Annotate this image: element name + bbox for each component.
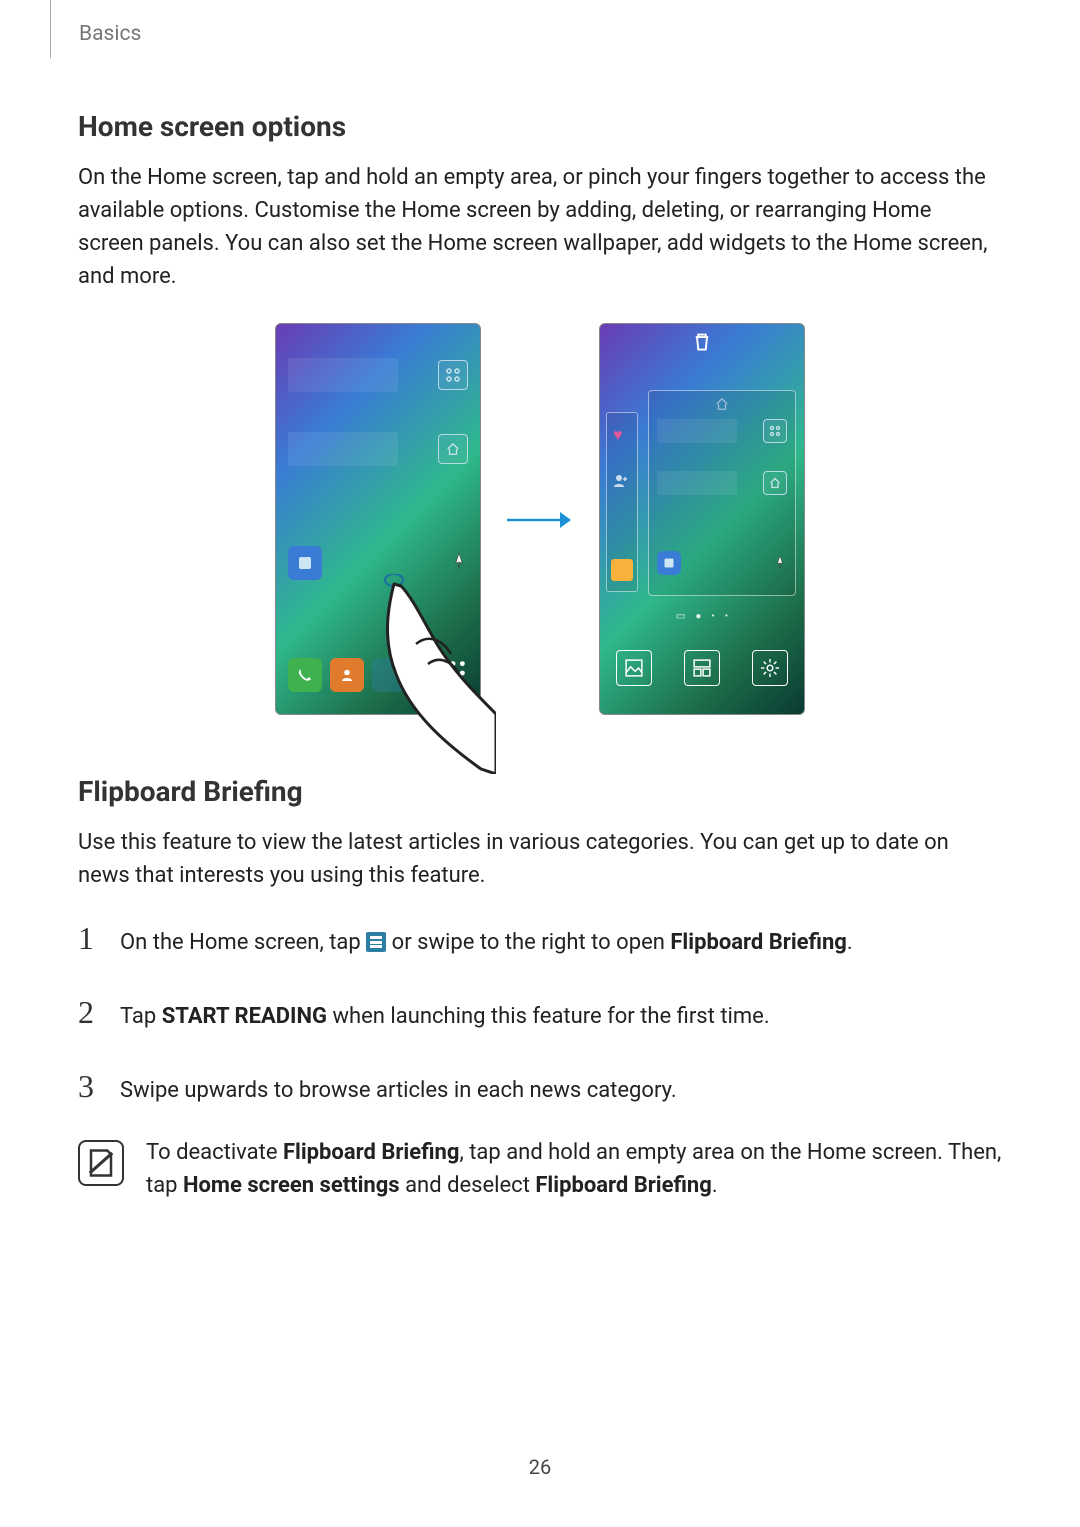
app-icon bbox=[288, 546, 322, 580]
step-2: 2 Tap START READING when launching this … bbox=[78, 988, 1002, 1036]
text: and deselect bbox=[400, 1173, 536, 1198]
paragraph: On the Home screen, tap and hold an empt… bbox=[78, 161, 1002, 293]
figure: ♥ bbox=[78, 323, 1002, 715]
contacts-app-icon bbox=[330, 658, 364, 692]
home-indicator-icon bbox=[649, 397, 795, 411]
side-panel-preview: ♥ bbox=[606, 412, 638, 592]
step-1: 1 On the Home screen, tap or swipe to th… bbox=[78, 914, 1002, 962]
page-number: 26 bbox=[0, 1455, 1080, 1479]
apps-drawer-icon bbox=[438, 658, 468, 692]
widget-placeholder bbox=[657, 471, 737, 495]
heading-flipboard-briefing: Flipboard Briefing bbox=[78, 775, 1002, 808]
note-icon bbox=[78, 1140, 124, 1186]
text-bold: Home screen settings bbox=[183, 1173, 400, 1198]
step-number: 3 bbox=[78, 1062, 102, 1110]
settings-action-icon bbox=[752, 650, 788, 686]
text: . bbox=[712, 1173, 718, 1198]
text: To deactivate bbox=[146, 1140, 283, 1165]
cursor-icon bbox=[773, 554, 787, 573]
note: To deactivate Flipboard Briefing, tap an… bbox=[78, 1136, 1002, 1202]
text-bold: Flipboard Briefing bbox=[283, 1140, 459, 1165]
person-add-icon bbox=[613, 473, 629, 493]
text-bold: Flipboard Briefing bbox=[670, 930, 846, 955]
app-icon bbox=[611, 559, 633, 581]
widgets-action-icon bbox=[684, 650, 720, 686]
text: On the Home screen, tap bbox=[120, 930, 366, 955]
text: when launching this feature for the firs… bbox=[327, 1004, 770, 1029]
text: . bbox=[847, 930, 853, 955]
text: Tap bbox=[120, 1004, 162, 1029]
app-icon bbox=[372, 658, 406, 692]
home-panel-preview bbox=[648, 390, 796, 596]
step-text: On the Home screen, tap or swipe to the … bbox=[120, 926, 853, 959]
page-indicator: ▭●•• bbox=[600, 611, 804, 622]
heart-icon: ♥ bbox=[613, 425, 623, 445]
breadcrumb-text: Basics bbox=[79, 22, 141, 46]
step-number: 2 bbox=[78, 988, 102, 1036]
phone-app-icon bbox=[288, 658, 322, 692]
paragraph: Use this feature to view the latest arti… bbox=[78, 826, 1002, 892]
briefing-inline-icon bbox=[366, 932, 386, 952]
text-bold: START READING bbox=[162, 1004, 327, 1029]
step-3: 3 Swipe upwards to browse articles in ea… bbox=[78, 1062, 1002, 1110]
arrow-right-icon bbox=[505, 508, 575, 532]
app-icon bbox=[657, 551, 681, 575]
home-widget-icon bbox=[438, 434, 468, 464]
cursor-icon bbox=[450, 552, 468, 574]
trash-icon bbox=[600, 332, 804, 352]
step-text: Tap START READING when launching this fe… bbox=[120, 1000, 770, 1033]
widget-placeholder bbox=[657, 419, 737, 443]
apps-icon bbox=[763, 419, 787, 443]
home-widget-icon bbox=[763, 471, 787, 495]
phone-before bbox=[275, 323, 481, 715]
note-text: To deactivate Flipboard Briefing, tap an… bbox=[146, 1136, 1002, 1202]
widget-placeholder bbox=[288, 358, 398, 392]
wallpaper-action-icon bbox=[616, 650, 652, 686]
heading-home-screen-options: Home screen options bbox=[78, 110, 1002, 143]
widget-placeholder bbox=[288, 432, 398, 466]
breadcrumb: Basics bbox=[50, 0, 141, 58]
text: or swipe to the right to open bbox=[386, 930, 670, 955]
phone-after: ♥ bbox=[599, 323, 805, 715]
apps-icon bbox=[438, 360, 468, 390]
step-number: 1 bbox=[78, 914, 102, 962]
step-text: Swipe upwards to browse articles in each… bbox=[120, 1074, 677, 1107]
text-bold: Flipboard Briefing bbox=[535, 1173, 711, 1198]
